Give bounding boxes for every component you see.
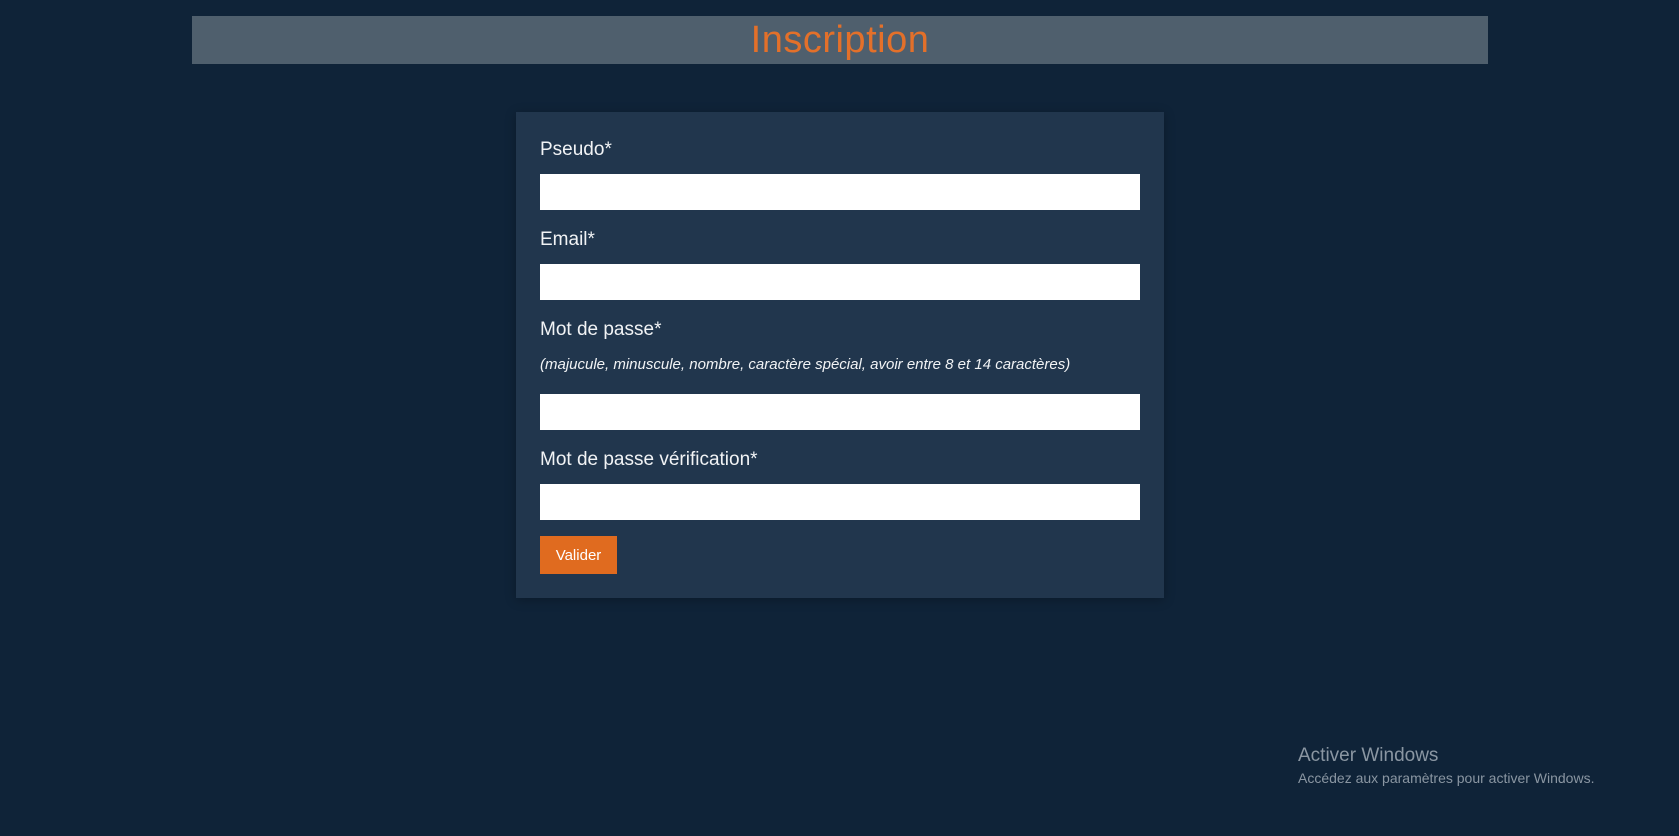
watermark-subtitle: Accédez aux paramètres pour activer Wind… [1298, 770, 1595, 786]
email-input[interactable] [540, 264, 1140, 300]
password-label: Mot de passe* [540, 319, 662, 340]
email-label: Email* [540, 229, 595, 250]
password-confirm-input[interactable] [540, 484, 1140, 520]
pseudo-input[interactable] [540, 174, 1140, 210]
watermark-title: Activer Windows [1298, 745, 1439, 766]
windows-activation-watermark: Activer Windows Accédez aux paramètres p… [1298, 744, 1594, 788]
password-confirm-label: Mot de passe vérification* [540, 449, 758, 470]
password-input[interactable] [540, 394, 1140, 430]
page-title: Inscription [750, 19, 930, 61]
password-hint: (majucule, minuscule, nombre, caractère … [540, 356, 1071, 373]
page-header: Inscription [192, 16, 1488, 64]
submit-button[interactable]: Valider [540, 536, 617, 574]
registration-form: Pseudo* Email* Mot de passe* (majucule, … [516, 112, 1164, 598]
pseudo-label: Pseudo* [540, 139, 612, 160]
